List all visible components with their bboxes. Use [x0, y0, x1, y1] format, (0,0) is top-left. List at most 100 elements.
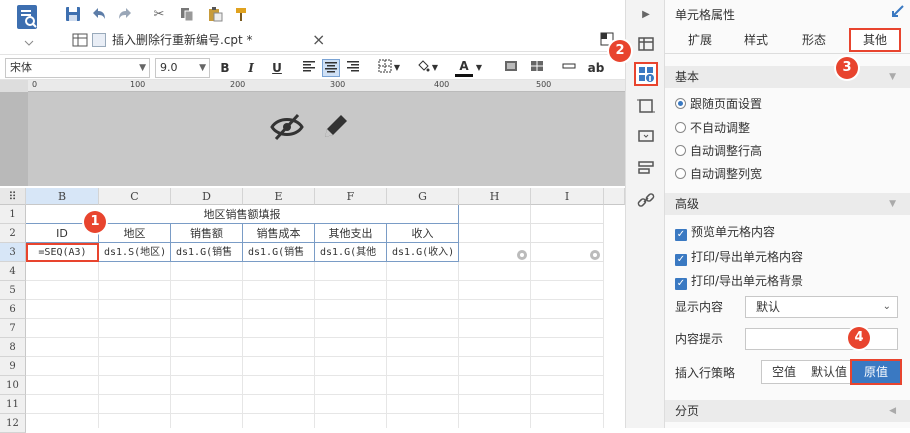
data-cell-income[interactable]: ds1.G(收入)	[387, 243, 459, 262]
wrap-button[interactable]	[560, 59, 578, 77]
insert-option-null[interactable]: 空值	[762, 361, 806, 383]
tab-style[interactable]: 样式	[733, 30, 779, 50]
tab-form[interactable]: 形态	[791, 30, 837, 50]
data-cell-cost[interactable]: ds1.G(销售	[243, 243, 315, 262]
row-header[interactable]: 12	[0, 414, 26, 433]
split-cells-button[interactable]	[528, 59, 546, 77]
undo-icon[interactable]	[90, 5, 108, 23]
grid-cell[interactable]	[459, 205, 531, 224]
hide-eye-icon[interactable]	[270, 112, 304, 142]
grid-cell[interactable]	[531, 205, 604, 224]
header-cell-region[interactable]: 地区	[99, 224, 171, 243]
radio-auto-row-height[interactable]: 自动调整行高	[675, 143, 762, 159]
radio-follow-page[interactable]: 跟随页面设置	[675, 96, 762, 112]
column-header-e[interactable]: E	[243, 188, 315, 205]
widget-icon[interactable]	[634, 124, 658, 148]
parameter-canvas[interactable]	[28, 92, 625, 186]
ruler-tick: 300	[330, 80, 346, 89]
advanced-section-header[interactable]: 高级 ▼	[665, 193, 910, 215]
radio-no-auto[interactable]: 不自动调整	[675, 120, 750, 136]
grid-cell[interactable]	[459, 224, 531, 243]
template-menu-button[interactable]	[14, 3, 44, 49]
row-header[interactable]: 5	[0, 281, 26, 300]
row-header[interactable]: 9	[0, 357, 26, 376]
paste-icon[interactable]	[206, 5, 224, 23]
basic-section-header[interactable]: 基本 ▼	[665, 66, 910, 88]
font-size-select[interactable]: 9.0 ▼	[155, 58, 210, 78]
align-right-button[interactable]	[344, 59, 362, 77]
row-header[interactable]: 8	[0, 338, 26, 357]
text-color-button[interactable]: A	[455, 59, 473, 77]
gear-icon[interactable]	[515, 248, 529, 262]
grid-corner[interactable]: ⠿	[0, 188, 26, 205]
row-header[interactable]: 2	[0, 224, 26, 243]
data-cell-sales[interactable]: ds1.G(销售	[171, 243, 243, 262]
underline-button[interactable]: U	[268, 59, 286, 77]
cell-properties-icon[interactable]	[634, 62, 658, 86]
column-header-i[interactable]: I	[531, 188, 604, 205]
column-header-d[interactable]: D	[171, 188, 243, 205]
tooltip-input[interactable]	[745, 328, 898, 350]
selected-cell-seq[interactable]: =SEQ(A3)	[26, 243, 99, 262]
pin-arrow-icon[interactable]	[891, 4, 905, 18]
checkbox-checked-icon: ✓	[675, 278, 687, 290]
check-print-content[interactable]: ✓ 打印/导出单元格内容	[675, 249, 803, 266]
header-cell-other[interactable]: 其他支出	[315, 224, 387, 243]
redo-icon[interactable]	[116, 5, 134, 23]
column-header-c[interactable]: C	[99, 188, 171, 205]
row-header[interactable]: 10	[0, 376, 26, 395]
row-header[interactable]: 6	[0, 300, 26, 319]
cut-icon[interactable]: ✂	[150, 5, 168, 23]
cell-element-icon[interactable]	[634, 32, 658, 56]
grid-cell[interactable]	[531, 224, 604, 243]
hyperlink-icon[interactable]	[634, 188, 658, 212]
italic-button[interactable]: I	[242, 59, 260, 77]
bold-button[interactable]: B	[216, 59, 234, 77]
copy-icon[interactable]	[178, 5, 196, 23]
row-header[interactable]: 3	[0, 243, 26, 262]
tab-other[interactable]: 其他	[849, 28, 901, 52]
header-cell-sales[interactable]: 销售额	[171, 224, 243, 243]
frame-icon[interactable]	[634, 94, 658, 118]
display-content-select[interactable]: 默认 ⌄	[745, 296, 898, 318]
align-left-button[interactable]	[300, 59, 318, 77]
header-cell-income[interactable]: 收入	[387, 224, 459, 243]
ruler-tick: 500	[536, 80, 552, 89]
text-format-button[interactable]: ab	[585, 59, 607, 77]
merge-icon	[505, 61, 517, 71]
format-painter-icon[interactable]	[232, 5, 250, 23]
chevron-down-icon[interactable]: ▼	[392, 59, 402, 77]
row-header[interactable]: 1	[0, 205, 26, 224]
paging-section-header[interactable]: 分页 ◀	[665, 400, 910, 422]
collapse-arrow-icon[interactable]: ▶	[634, 2, 658, 26]
row-header[interactable]: 7	[0, 319, 26, 338]
col-line	[458, 262, 459, 428]
radio-auto-col-width[interactable]: 自动调整列宽	[675, 166, 762, 182]
condition-icon[interactable]	[634, 156, 658, 180]
check-preview-content[interactable]: ✓ 预览单元格内容	[675, 224, 775, 241]
edit-pencil-icon[interactable]	[320, 110, 352, 142]
merge-cells-button[interactable]	[502, 59, 520, 77]
font-family-select[interactable]: 宋体 ▼	[5, 58, 150, 78]
column-header-f[interactable]: F	[315, 188, 387, 205]
column-header-b[interactable]: B	[26, 188, 99, 205]
close-tab-icon[interactable]: ×	[312, 30, 325, 49]
align-center-button[interactable]	[322, 59, 340, 77]
row-header[interactable]: 11	[0, 395, 26, 414]
column-header-h[interactable]: H	[459, 188, 531, 205]
tab-expand[interactable]: 扩展	[677, 30, 723, 50]
data-cell-other[interactable]: ds1.G(其他	[315, 243, 387, 262]
column-header-g[interactable]: G	[387, 188, 459, 205]
header-cell-cost[interactable]: 销售成本	[243, 224, 315, 243]
gear-icon[interactable]	[588, 248, 602, 262]
file-tab[interactable]: 插入删除行重新编号.cpt *	[90, 28, 253, 52]
chevron-down-icon[interactable]: ▼	[430, 59, 440, 77]
check-print-background[interactable]: ✓ 打印/导出单元格背景	[675, 273, 803, 290]
save-icon[interactable]	[64, 5, 82, 23]
empty-rows[interactable]	[26, 262, 604, 428]
insert-option-default[interactable]: 默认值	[806, 361, 852, 383]
data-cell-region[interactable]: ds1.S(地区)	[99, 243, 171, 262]
row-header[interactable]: 4	[0, 262, 26, 281]
chevron-down-icon[interactable]: ▼	[474, 59, 484, 77]
insert-option-original[interactable]: 原值	[850, 359, 902, 385]
